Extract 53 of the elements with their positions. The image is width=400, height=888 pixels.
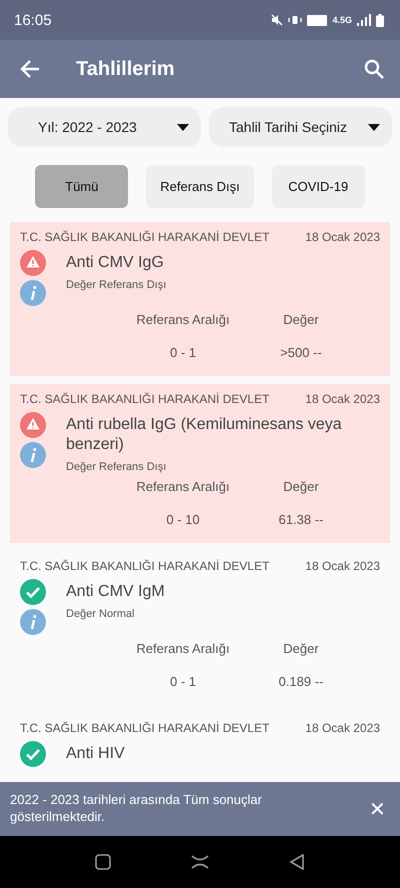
column-header: Referans Aralığı xyxy=(135,312,231,327)
year-dropdown[interactable]: Yıl: 2022 - 2023 xyxy=(8,107,201,147)
column-header: Referans Aralığı xyxy=(135,479,231,494)
filter-chip[interactable]: Referans Dışı xyxy=(146,165,254,208)
filter-chip[interactable]: COVID-19 xyxy=(272,165,365,208)
result-value: >500 -- xyxy=(279,345,323,360)
result-date: 18 Ocak 2023 xyxy=(305,721,380,735)
reference-range: 0 - 10 xyxy=(165,512,201,527)
reference-range: 0 - 1 xyxy=(168,345,197,360)
status-time: 16:05 xyxy=(14,12,52,28)
result-note: Değer Referans Dışı xyxy=(66,461,168,473)
back-icon[interactable] xyxy=(20,60,40,78)
result-date: 18 Ocak 2023 xyxy=(305,230,380,244)
result-value: 0.189 -- xyxy=(278,674,324,689)
info-icon[interactable] xyxy=(20,280,46,306)
result-card[interactable]: T.C. SAĞLIK BAKANLIĞI HARAKANİ DEVLET 18 Ocak 2023 Anti rubella IgG (Kemiluminesans veya benzeri) Değer Referans Dışı Referans Aralığı Değer 0 - 10 61.38 -- xyxy=(10,384,390,543)
battery-icon xyxy=(376,14,384,26)
date-dropdown[interactable]: Tahlil Tarihi Seçiniz xyxy=(209,107,392,147)
caret-icon xyxy=(177,124,189,130)
test-name: Anti rubella IgG (Kemiluminesans veya benzeri) xyxy=(66,415,343,455)
institution-name: T.C. SAĞLIK BAKANLIĞI HARAKANİ DEVLET xyxy=(20,392,270,406)
result-note: Değer Normal xyxy=(66,608,136,620)
info-icon[interactable] xyxy=(20,442,46,468)
search-icon[interactable] xyxy=(364,59,384,79)
caret-icon xyxy=(368,124,380,130)
result-card[interactable]: T.C. SAĞLIK BAKANLIĞI HARAKANİ DEVLET 18 Ocak 2023 Anti CMV IgG Değer Referans Dışı Referans Aralığı Değer 0 - 1 >500 -- xyxy=(10,222,390,376)
test-name: Anti CMV IgG xyxy=(66,253,165,273)
result-note: Değer Referans Dışı xyxy=(66,279,166,291)
reference-range: 0 - 1 xyxy=(168,674,197,689)
snackbar-message: 2022 - 2023 tarihleri arasında Tüm sonuçlar gösterilmektedir. xyxy=(10,792,263,826)
recents-icon[interactable] xyxy=(95,854,111,870)
signal-icon xyxy=(357,14,371,26)
back-nav-icon[interactable] xyxy=(289,854,305,870)
column-header: Referans Aralığı xyxy=(135,641,231,656)
close-button[interactable]: ✕ xyxy=(365,796,390,822)
institution-name: T.C. SAĞLIK BAKANLIĞI HARAKANİ DEVLET xyxy=(20,230,270,244)
filter-chip[interactable]: Tümü xyxy=(35,165,128,208)
result-value: 61.38 -- xyxy=(278,512,324,527)
column-header: Değer xyxy=(282,641,320,656)
mute-icon xyxy=(271,14,284,26)
vibrate-icon xyxy=(288,15,302,25)
home-icon[interactable] xyxy=(191,855,209,869)
column-header: Değer xyxy=(282,479,320,494)
test-name: Anti CMV IgM xyxy=(66,582,165,602)
network-type: 4.5G xyxy=(332,15,352,25)
column-header: Değer xyxy=(282,312,320,327)
screen-title: Tahlillerim xyxy=(76,58,176,80)
info-icon[interactable] xyxy=(20,609,46,635)
result-date: 18 Ocak 2023 xyxy=(305,559,380,573)
institution-name: T.C. SAĞLIK BAKANLIĞI HARAKANİ DEVLET xyxy=(20,559,270,573)
test-name: Anti HIV xyxy=(66,744,125,764)
result-date: 18 Ocak 2023 xyxy=(305,392,380,406)
institution-name: T.C. SAĞLIK BAKANLIĞI HARAKANİ DEVLET xyxy=(20,721,270,735)
